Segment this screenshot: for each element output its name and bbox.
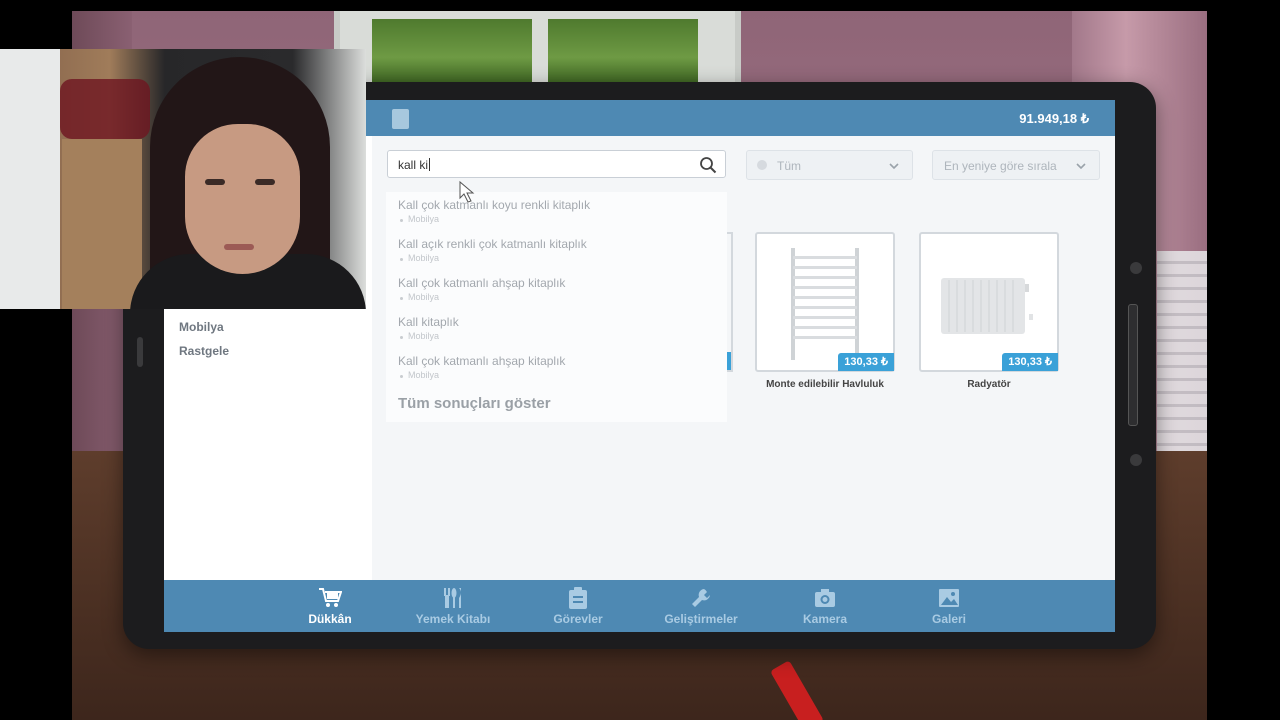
clipboard-icon [569,587,587,609]
sort-value: En yeniye göre sırala [944,159,1057,173]
cutlery-icon [444,588,461,608]
chevron-down-icon [1076,163,1086,170]
product-card-havluluk[interactable]: 130,33 ₺ [755,232,895,372]
nav-label: Kamera [802,612,848,626]
bottom-nav: Dükkân Yemek Kitabı Görevler Geliştirmel… [164,580,1115,632]
category-filter-dropdown[interactable]: Tüm [746,150,913,180]
room-window [334,11,741,83]
mouse-cursor-icon [459,180,475,203]
product-card-radyator[interactable]: 130,33 ₺ [919,232,1059,372]
price-tag: 130,33 ₺ [1002,353,1058,371]
towel-rack-icon [791,248,859,360]
product-name: Radyatör [967,379,1011,390]
camera-icon [815,589,835,607]
nav-label: Dükkân [308,612,352,626]
search-input[interactable]: kall ki [387,150,726,178]
sort-dropdown[interactable]: En yeniye göre sırala [932,150,1100,180]
webcam-overlay [0,49,366,309]
sidebar-item-mobilya[interactable]: Mobilya [179,320,224,334]
sidebar-item-rastgele[interactable]: Rastgele [179,344,229,358]
suggestion-item[interactable]: Kall açık renkli çok katmanlı kitaplık M… [398,237,587,263]
cart-icon [319,588,342,607]
search-icon[interactable] [699,156,717,174]
suggestion-category: Mobilya [398,370,565,380]
suggestion-title: Kall kitaplık [398,315,459,329]
nav-cookbook[interactable]: Yemek Kitabı [398,587,508,626]
suggestion-item[interactable]: Kall çok katmanlı ahşap kitaplık Mobilya [398,276,565,302]
nav-label: Yemek Kitabı [415,612,491,626]
suggestion-title: Kall çok katmanlı ahşap kitaplık [398,276,566,290]
suggestion-category: Mobilya [398,331,459,341]
suggestion-title: Kall açık renkli çok katmanlı kitaplık [398,237,587,251]
menu-icon[interactable] [392,109,409,129]
search-input-value: kall ki [398,158,429,172]
price-tag: 130,33 ₺ [838,353,894,371]
radiator-icon [941,278,1033,334]
nav-label: Görevler [553,612,603,626]
nav-label: Galeri [931,612,967,626]
nav-shop[interactable]: Dükkân [275,587,385,626]
category-filter-value: Tüm [777,159,801,173]
suggestion-item[interactable]: Kall çok katmanlı ahşap kitaplık Mobilya [398,354,565,380]
wrench-icon [692,589,710,607]
nav-label: Geliştirmeler [664,612,738,626]
nav-tasks[interactable]: Görevler [523,587,633,626]
suggestion-category: Mobilya [398,292,565,302]
nav-camera[interactable]: Kamera [770,587,880,626]
suggestion-title: Kall çok katmanlı ahşap kitaplık [398,354,566,368]
search-suggestions: Kall çok katmanlı koyu renkli kitaplık M… [386,192,727,422]
suggestion-item[interactable]: Kall kitaplık Mobilya [398,315,459,341]
suggestion-category: Mobilya [398,253,587,263]
suggestion-title: Kall çok katmanlı koyu renkli kitaplık [398,198,591,212]
balance-display: 91.949,18 ₺ [1019,111,1089,126]
nav-gallery[interactable]: Galeri [894,587,1004,626]
chevron-down-icon [889,163,899,170]
suggestion-category: Mobilya [398,214,590,224]
image-icon [939,589,959,607]
nav-upgrades[interactable]: Geliştirmeler [646,587,756,626]
suggestion-item[interactable]: Kall çok katmanlı koyu renkli kitaplık M… [398,198,590,224]
show-all-results-link[interactable]: Tüm sonuçları göster [398,395,551,412]
category-dot-icon [757,160,767,170]
product-name: Monte edilebilir Havluluk [766,379,884,390]
